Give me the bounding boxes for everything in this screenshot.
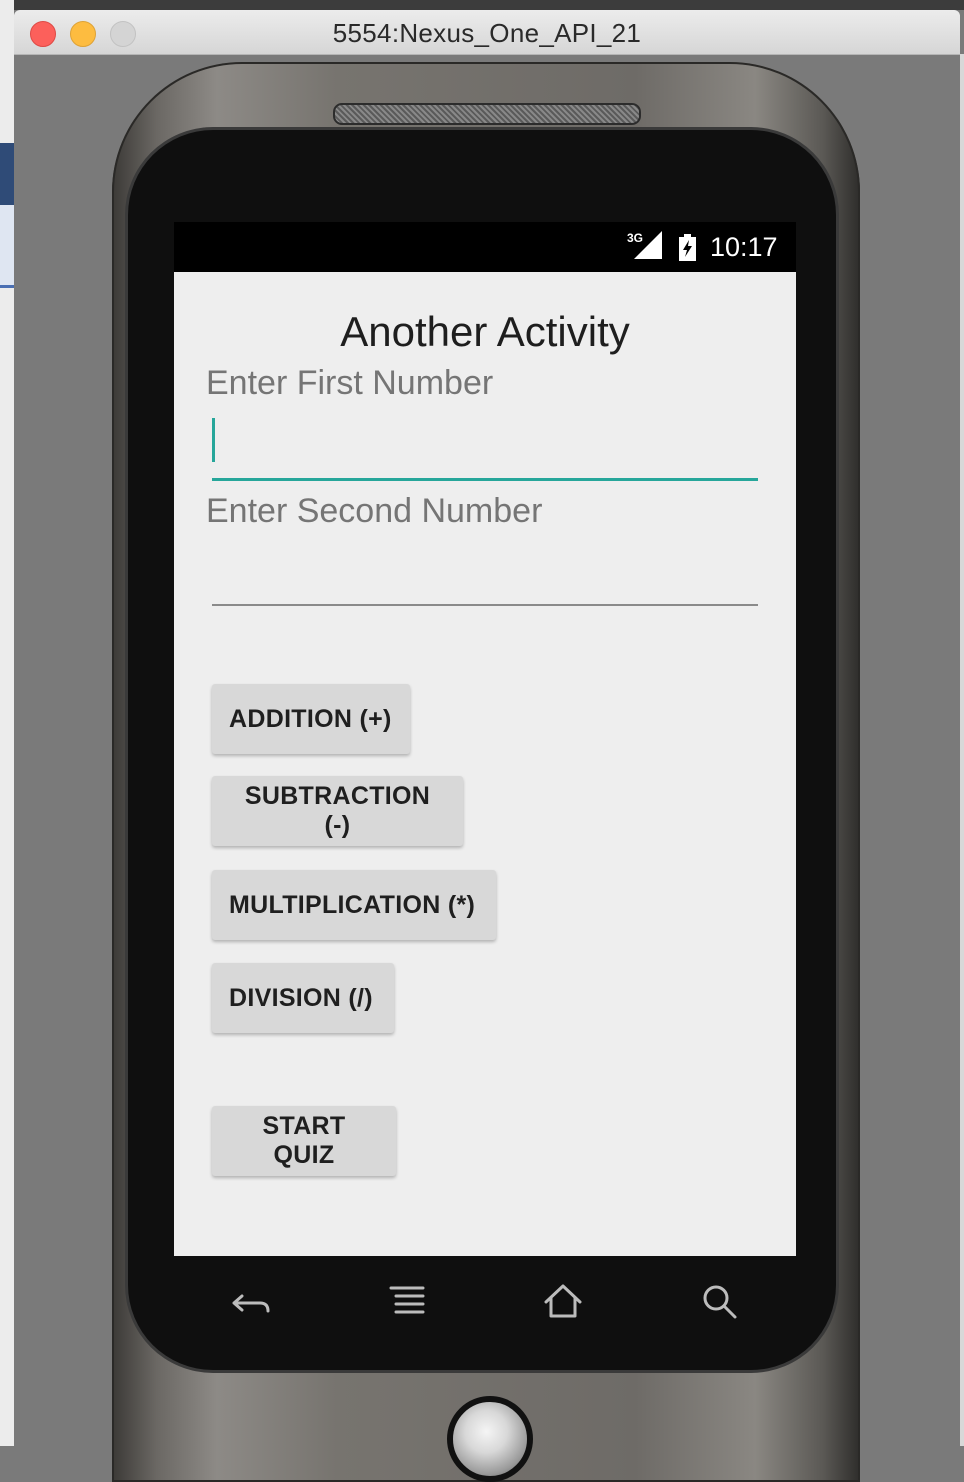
back-icon[interactable]	[228, 1280, 278, 1324]
background-app-fragment	[0, 0, 14, 1446]
battery-icon	[679, 234, 696, 261]
page-title: Another Activity	[340, 308, 630, 355]
earpiece-speaker	[333, 103, 641, 125]
device-screen: 3G 10:17 Another Activity Enter First Nu…	[174, 222, 796, 1256]
multiplication-button[interactable]: MULTIPLICATION (*)	[212, 870, 496, 940]
start-quiz-button[interactable]: START QUIZ	[212, 1106, 396, 1176]
status-bar: 3G 10:17	[174, 222, 796, 272]
subtraction-button[interactable]: SUBTRACTION (-)	[212, 776, 463, 846]
menu-icon[interactable]	[386, 1280, 436, 1324]
background-app-edge	[960, 54, 964, 1446]
home-icon[interactable]	[540, 1280, 590, 1324]
network-type: 3G	[627, 231, 644, 245]
search-icon[interactable]	[698, 1280, 748, 1324]
window-title: 5554:Nexus_One_API_21	[332, 18, 642, 48]
first-number-input[interactable]	[212, 418, 758, 481]
text-cursor	[212, 418, 215, 462]
first-number-label: Enter First Number	[206, 364, 494, 402]
second-number-input[interactable]	[212, 544, 758, 606]
emulator-window-titlebar[interactable]: 5554:Nexus_One_API_21	[14, 10, 960, 55]
trackball[interactable]	[447, 1396, 533, 1482]
second-number-label: Enter Second Number	[206, 492, 543, 530]
division-button[interactable]: DIVISION (/)	[212, 963, 394, 1033]
addition-button[interactable]: ADDITION (+)	[212, 684, 410, 754]
status-clock: 10:17	[710, 232, 778, 262]
desktop-background	[0, 0, 964, 10]
